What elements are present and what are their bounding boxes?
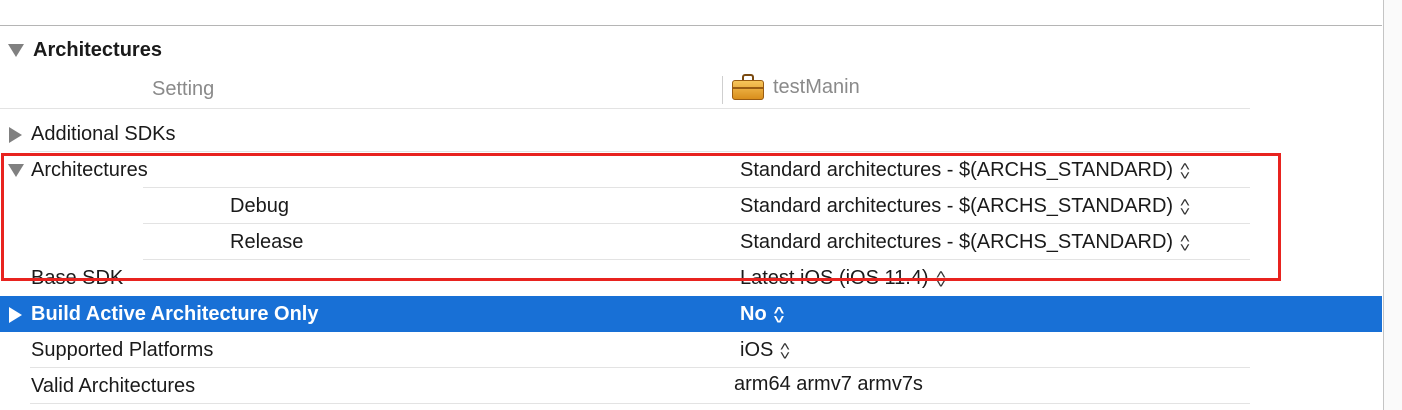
up-down-stepper-icon[interactable]: ˄ ˅ (935, 268, 947, 290)
setting-row-base-sdk[interactable]: Base SDK Latest iOS (iOS 11.4) ˄ ˅ (0, 260, 1382, 296)
setting-value[interactable]: Standard architectures - $(ARCHS_STANDAR… (740, 195, 1191, 218)
setting-value[interactable]: Standard architectures - $(ARCHS_STANDAR… (740, 159, 1191, 182)
column-separator (722, 76, 723, 104)
setting-label: Architectures (31, 159, 148, 181)
column-header: Setting testManin (0, 72, 1250, 109)
section-header-architectures[interactable]: Architectures (0, 34, 1382, 66)
up-down-stepper-icon[interactable]: ˄ ˅ (1179, 232, 1191, 254)
up-down-stepper-icon[interactable]: ˄ ˅ (779, 340, 791, 362)
setting-row-supported-platforms[interactable]: Supported Platforms iOS ˄ ˅ (0, 332, 1382, 368)
setting-label: Build Active Architecture Only (31, 303, 319, 325)
section-title: Architectures (33, 38, 162, 61)
setting-label: Valid Architectures (31, 375, 196, 397)
disclosure-collapsed-icon[interactable] (9, 127, 22, 143)
disclosure-expanded-icon[interactable] (8, 43, 24, 57)
up-down-stepper-icon[interactable]: ˄ ˅ (773, 304, 785, 326)
top-divider (0, 25, 1382, 26)
setting-value[interactable]: No ˄ ˅ (740, 303, 785, 326)
build-settings-panel: Architectures Setting testManin Addition… (0, 0, 1402, 410)
up-down-stepper-icon[interactable]: ˄ ˅ (1179, 196, 1191, 218)
up-down-stepper-icon[interactable]: ˄ ˅ (1179, 160, 1191, 182)
setting-label: Release (230, 231, 304, 253)
setting-row-release[interactable]: Release Standard architectures - $(ARCHS… (0, 224, 1382, 260)
column-header-setting[interactable]: Setting (152, 78, 214, 101)
setting-row-architectures[interactable]: Architectures Standard architectures - $… (0, 152, 1382, 188)
vertical-scrollbar[interactable] (1384, 0, 1402, 410)
setting-value[interactable]: iOS ˄ ˅ (740, 339, 791, 362)
setting-label: Base SDK (31, 267, 124, 289)
briefcase-icon (732, 74, 764, 100)
setting-row-valid-architectures[interactable]: Valid Architectures arm64 armv7 armv7s (0, 368, 1382, 404)
setting-value[interactable]: Standard architectures - $(ARCHS_STANDAR… (740, 231, 1191, 254)
setting-value[interactable]: Latest iOS (iOS 11.4) ˄ ˅ (740, 267, 947, 290)
setting-label: Additional SDKs (31, 123, 176, 145)
setting-row-build-active-architecture-only[interactable]: Build Active Architecture Only No ˄ ˅ (0, 296, 1382, 332)
disclosure-expanded-icon[interactable] (8, 164, 24, 177)
setting-row-additional-sdks[interactable]: Additional SDKs (0, 116, 1382, 152)
setting-row-debug[interactable]: Debug Standard architectures - $(ARCHS_S… (0, 188, 1382, 224)
disclosure-collapsed-icon[interactable] (9, 307, 22, 323)
setting-label: Supported Platforms (31, 339, 214, 361)
column-header-target[interactable]: testManin (732, 74, 860, 100)
setting-label: Debug (230, 195, 289, 217)
setting-value[interactable]: arm64 armv7 armv7s (734, 373, 923, 396)
target-name: testManin (773, 75, 860, 98)
